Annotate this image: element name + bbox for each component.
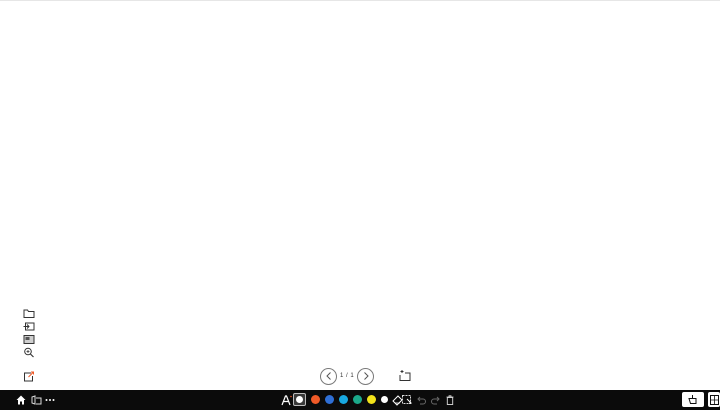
more-icon[interactable] (45, 394, 55, 406)
add-page-button[interactable] (398, 369, 412, 382)
color-swatch-blue[interactable] (325, 395, 334, 404)
add-page-icon (399, 370, 411, 381)
color-swatch-green[interactable] (353, 395, 362, 404)
color-swatch-white[interactable] (381, 396, 388, 403)
text-tool-icon[interactable] (281, 394, 292, 406)
color-swatch-white-selected[interactable] (293, 393, 306, 406)
hand-icon (688, 395, 697, 404)
apps-icon[interactable] (31, 394, 42, 406)
color-swatch-orange[interactable] (311, 395, 320, 404)
chevron-left-icon (325, 372, 331, 380)
color-swatch-yellow[interactable] (367, 395, 376, 404)
hand-tool-button[interactable] (682, 392, 704, 407)
select-icon[interactable] (402, 394, 412, 406)
taskbar (0, 390, 720, 410)
grid-icon (709, 394, 719, 405)
background-icon[interactable] (23, 334, 35, 345)
trash-icon[interactable] (446, 394, 454, 406)
page-indicator: 1 / 1 (340, 373, 355, 379)
redo-icon[interactable] (431, 394, 440, 406)
page-navigator: 1 / 1 (320, 367, 375, 385)
import-icon[interactable] (23, 321, 35, 332)
folder-icon[interactable] (23, 308, 35, 319)
grid-view-button[interactable] (708, 392, 720, 407)
chevron-right-icon (363, 372, 369, 380)
next-page-button[interactable] (357, 367, 375, 385)
prev-page-button[interactable] (320, 367, 337, 385)
undo-icon[interactable] (417, 394, 426, 406)
zoom-icon[interactable] (23, 347, 35, 358)
color-swatch-light-blue[interactable] (339, 395, 348, 404)
home-icon[interactable] (16, 394, 26, 406)
whiteboard-canvas[interactable] (0, 0, 720, 390)
export-icon[interactable] (23, 371, 35, 382)
